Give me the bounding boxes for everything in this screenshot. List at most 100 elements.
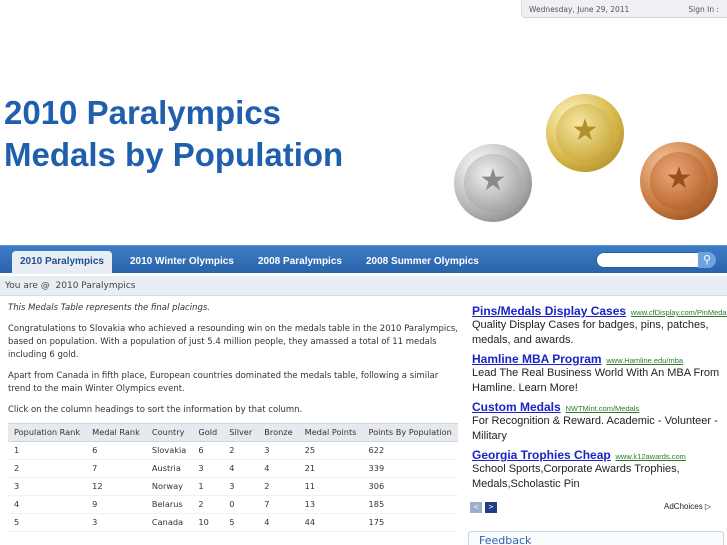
table-cell: 1 [8,441,87,460]
column-header-gold[interactable]: Gold [192,423,224,442]
table-cell: 10 [192,513,224,532]
final-placings-note: This Medals Table represents the final p… [8,303,210,313]
adchoices-link[interactable]: AdChoices ▷ [664,502,711,511]
table-header-row: Population Rank Medal Rank Country Gold … [8,423,458,442]
table-cell: 6 [192,441,224,460]
table-cell: 13 [298,495,363,514]
page-title-line-1: 2010 Paralympics [4,94,282,131]
table-cell: 5 [8,513,87,532]
table-cell: 622 [362,441,458,460]
table-cell: 4 [258,459,299,478]
table-row: 2 7 Austria 3 4 4 21 339 [8,459,458,478]
column-header-bronze[interactable]: Bronze [258,423,299,442]
search-input[interactable] [596,252,700,268]
table-cell: Norway [145,477,193,496]
table-cell: Belarus [145,495,193,514]
tab-2008-summer-olympics[interactable]: 2008 Summer Olympics [358,251,487,274]
ad-title-link[interactable]: Georgia Trophies Cheap [472,448,611,462]
tab-2008-paralympics[interactable]: 2008 Paralympics [250,251,350,274]
top-bar: Wednesday, June 29, 2011 Sign In : [521,0,727,18]
table-cell: Austria [145,459,193,478]
ad-heading: Georgia Trophies Cheap www.k12awards.com [472,448,722,462]
table-cell: 4 [223,459,259,478]
table-cell: 21 [298,459,363,478]
table-cell: 25 [298,441,363,460]
tab-2010-paralympics[interactable]: 2010 Paralympics [12,251,112,274]
ad-panel: Pins/Medals Display Cases www.cfDisplay.… [472,304,727,496]
column-header-silver[interactable]: Silver [223,423,259,442]
table-cell: 2 [8,459,87,478]
ad-item: Hamline MBA Program www.Hamline.edu/mba … [472,352,722,396]
main-nav: 2010 Paralympics 2010 Winter Olympics 20… [0,245,727,274]
table-cell: 306 [362,477,458,496]
ad-item: Pins/Medals Display Cases www.cfDisplay.… [472,304,727,348]
sort-hint: Click on the column headings to sort the… [8,405,303,415]
table-cell: 2 [192,495,224,514]
star-icon: ★ [571,113,599,148]
column-header-population-rank[interactable]: Population Rank [8,423,87,442]
ad-prev-button[interactable]: < [470,502,482,513]
main-content: This Medals Table represents the final p… [8,302,458,532]
column-header-points-by-population[interactable]: Points By Population [362,423,458,442]
tab-2010-winter-olympics[interactable]: 2010 Winter Olympics [122,251,242,274]
breadcrumb-current: 2010 Paralympics [55,281,136,291]
ad-pager: < > [470,501,500,513]
ad-description: School Sports,Corporate Awards Trophies,… [472,463,680,490]
table-cell: 5 [223,513,259,532]
table-cell: 0 [223,495,259,514]
table-cell: 6 [86,441,146,460]
table-cell: 4 [258,513,299,532]
table-cell: 4 [8,495,87,514]
column-header-medal-rank[interactable]: Medal Rank [86,423,146,442]
bronze-medal-image: ★ [640,142,718,220]
table-cell: 3 [223,477,259,496]
ad-url-link[interactable]: www.k12awards.com [615,452,685,461]
table-cell: 7 [258,495,299,514]
ad-title-link[interactable]: Pins/Medals Display Cases [472,304,626,318]
ad-title-link[interactable]: Custom Medals [472,400,561,414]
breadcrumb: You are @ 2010 Paralympics [0,276,727,296]
table-cell: 11 [298,477,363,496]
table-cell: 3 [8,477,87,496]
current-date: Wednesday, June 29, 2011 [529,5,630,14]
table-cell: 3 [258,441,299,460]
europe-paragraph: Apart from Canada in fifth place, Europe… [8,371,439,394]
table-row: 1 6 Slovakia 6 2 3 25 622 [8,441,458,460]
column-header-medal-points[interactable]: Medal Points [298,423,363,442]
table-row: 4 9 Belarus 2 0 7 13 185 [8,495,458,514]
ad-url-link[interactable]: www.Hamline.edu/mba [606,356,683,365]
table-cell: 2 [258,477,299,496]
ad-heading: Pins/Medals Display Cases www.cfDisplay.… [472,304,727,318]
table-cell: 12 [86,477,146,496]
ad-item: Custom Medals NWTMint.com/Medals For Rec… [472,400,722,444]
silver-medal-image: ★ [454,144,532,222]
ad-description: Lead The Real Business World With An MBA… [472,367,720,394]
ad-title-link[interactable]: Hamline MBA Program [472,352,602,366]
ad-url-link[interactable]: NWTMint.com/Medals [565,404,639,413]
page-title-line-2: Medals by Population [4,136,344,173]
table-cell: 44 [298,513,363,532]
ad-description: For Recognition & Reward. Academic - Vol… [472,415,718,442]
table-cell: 2 [223,441,259,460]
column-header-country[interactable]: Country [145,423,193,442]
table-cell: 9 [86,495,146,514]
ad-heading: Custom Medals NWTMint.com/Medals [472,400,722,414]
sign-in-link[interactable]: Sign In : [688,5,719,14]
table-cell: 3 [86,513,146,532]
table-cell: 175 [362,513,458,532]
table-cell: 7 [86,459,146,478]
ad-next-button[interactable]: > [485,502,497,513]
medals-table: Population Rank Medal Rank Country Gold … [8,423,458,532]
table-cell: 339 [362,459,458,478]
star-icon: ★ [665,161,693,196]
search-icon[interactable]: ⚲ [698,252,716,268]
star-icon: ★ [479,163,507,198]
table-cell: 3 [192,459,224,478]
ad-heading: Hamline MBA Program www.Hamline.edu/mba [472,352,722,366]
table-row: 3 12 Norway 1 3 2 11 306 [8,477,458,496]
feedback-tab[interactable]: Feedback [468,531,724,545]
ad-description: Quality Display Cases for badges, pins, … [472,319,709,346]
table-cell: 185 [362,495,458,514]
ad-url-link[interactable]: www.cfDisplay.com/PinMedalD [631,308,727,317]
table-row: 5 3 Canada 10 5 4 44 175 [8,513,458,532]
